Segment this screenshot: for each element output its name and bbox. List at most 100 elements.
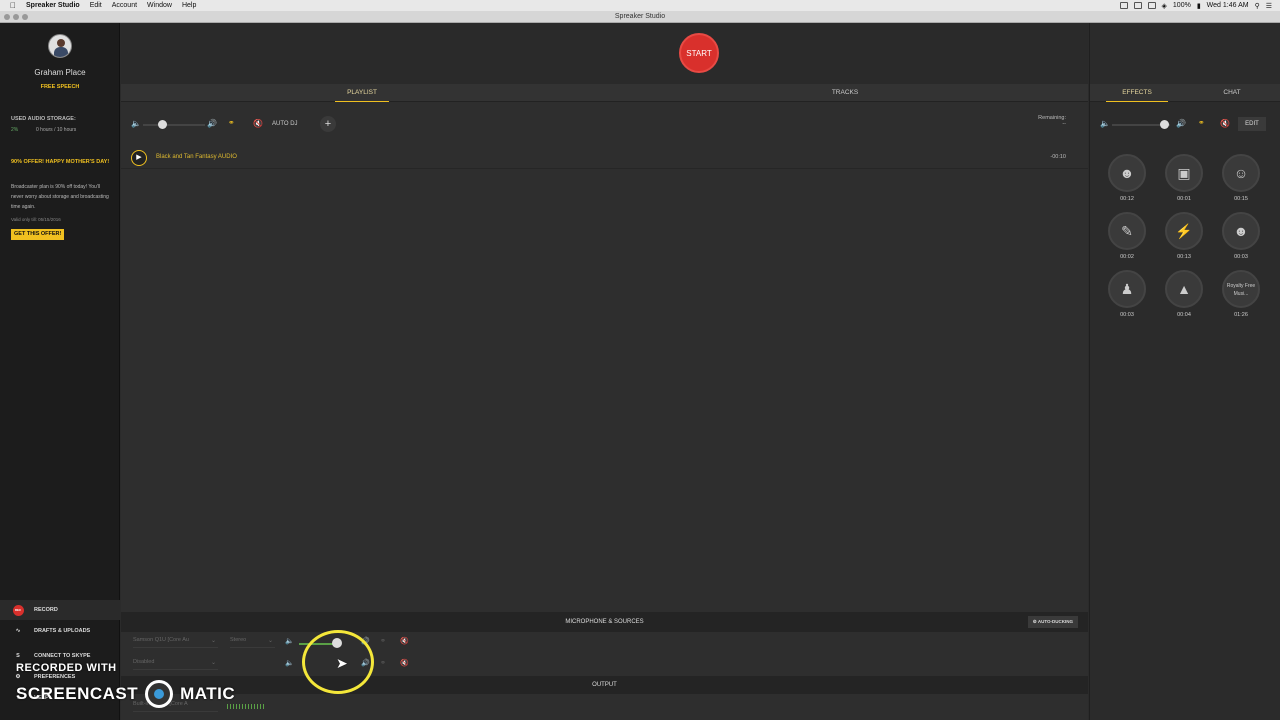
tray-icon[interactable] — [1119, 2, 1128, 9]
volume-low-icon[interactable]: 🔈 — [285, 659, 294, 667]
storage-label: USED AUDIO STORAGE: — [11, 116, 76, 122]
effect-item[interactable]: ✎ 00:02 — [1107, 212, 1147, 260]
close-window-button[interactable] — [4, 14, 10, 20]
menu-app-name[interactable]: Spreaker Studio — [26, 2, 80, 9]
battery-icon[interactable]: ▮ — [1197, 2, 1201, 10]
effect-duration: 00:13 — [1177, 254, 1191, 260]
table-row[interactable]: ▶ Black and Tan Fantasy AUDIO -00:10 — [121, 147, 1088, 169]
sidebar-item-label: DRAFTS & UPLOADS — [34, 628, 91, 634]
volume-low-icon[interactable]: 🔈 — [285, 637, 294, 645]
camera-icon: ▣ — [1165, 154, 1203, 192]
output-device-select[interactable]: Built-in Output [Core A — [133, 701, 218, 712]
mute-icon[interactable]: 🔇 — [400, 659, 409, 667]
tray-icon[interactable] — [1133, 2, 1142, 9]
effect-label: Royalty Free Musi... — [1222, 270, 1260, 308]
sources-header: MICROPHONE & SOURCES ⚙ AUTO-DUCKING — [121, 612, 1088, 632]
effect-duration: 00:12 — [1120, 196, 1134, 202]
tab-chat[interactable]: CHAT — [1204, 84, 1260, 102]
source-mode-select[interactable]: Stereo ⌄ — [230, 637, 275, 648]
tab-effects[interactable]: EFFECTS — [1106, 84, 1168, 102]
sidebar-item-label: HELP — [34, 695, 49, 701]
effect-duration: 00:15 — [1234, 196, 1248, 202]
user-name[interactable]: Graham Place — [0, 68, 120, 77]
tab-playlist[interactable]: PLAYLIST — [335, 84, 389, 102]
avatar[interactable] — [48, 34, 72, 58]
effect-duration: 00:03 — [1234, 254, 1248, 260]
wifi-icon[interactable]: ◈ — [1162, 2, 1167, 10]
main-panel: START PLAYLIST TRACKS 🔈 🔊 ⚭ 🔇 AUTO DJ + … — [121, 23, 1088, 720]
add-track-button[interactable]: + — [320, 116, 336, 132]
offer-text: Broadcaster plan is 90% off today! You'l… — [11, 184, 109, 210]
play-icon[interactable]: ▶ — [131, 150, 147, 166]
headphones-icon[interactable]: ⚭ — [380, 659, 386, 667]
plan-name: FREE SPEECH — [40, 84, 80, 90]
sidebar-item-record[interactable]: REC RECORD — [0, 600, 120, 620]
volume-low-icon[interactable]: 🔈 — [131, 119, 141, 128]
effect-item[interactable]: ☻ 00:03 — [1221, 212, 1261, 260]
effects-toolbar: 🔈 🔊 ⚭ 🔇 EDIT — [1090, 103, 1280, 147]
window-title-bar: Spreaker Studio — [0, 11, 1280, 23]
gun-icon: ✎ — [1108, 212, 1146, 250]
track-title: Black and Tan Fantasy AUDIO — [156, 154, 237, 160]
headphones-icon[interactable]: ⚭ — [380, 637, 386, 645]
effect-item[interactable]: ⚡ 00:13 — [1164, 212, 1204, 260]
volume-low-icon[interactable]: 🔈 — [1100, 119, 1110, 128]
effect-item[interactable]: ♟ 00:03 — [1107, 270, 1147, 318]
headphones-icon[interactable]: ⚭ — [228, 118, 235, 127]
effect-duration: 00:02 — [1120, 254, 1134, 260]
storage-percent: 2% — [11, 127, 19, 133]
chevron-down-icon: ⌄ — [267, 638, 273, 644]
effect-duration: 01:26 — [1234, 312, 1248, 318]
chevron-down-icon: ⌄ — [210, 660, 216, 666]
sidebar-item-skype[interactable]: S CONNECT TO SKYPE — [0, 650, 120, 662]
help-icon: ? — [16, 695, 20, 701]
remaining-time: Remaining: -- — [1038, 115, 1066, 127]
playlist-volume-slider[interactable] — [143, 124, 205, 126]
playlist-volume-knob[interactable] — [157, 120, 167, 129]
effect-item[interactable]: ☻ 00:12 — [1107, 154, 1147, 202]
mute-icon[interactable]: 🔇 — [1220, 119, 1230, 128]
offer-title: 90% OFFER! HAPPY MOTHER'S DAY! — [11, 159, 110, 165]
auto-ducking-button[interactable]: ⚙ AUTO-DUCKING — [1027, 616, 1078, 628]
faces-icon: ☺ — [1222, 154, 1260, 192]
spotlight-icon[interactable]: ⚲ — [1255, 2, 1260, 10]
zoom-window-button[interactable] — [22, 14, 28, 20]
playlist-toolbar: 🔈 🔊 ⚭ 🔇 AUTO DJ + Remaining: -- — [121, 103, 1088, 147]
auto-ducking-label: AUTO-DUCKING — [1037, 619, 1073, 624]
sidebar-item-preferences[interactable]: ⚙ PREFERENCES — [0, 671, 120, 683]
effect-item[interactable]: Royalty Free Musi... 01:26 — [1221, 270, 1261, 318]
source-device-select[interactable]: Disabled ⌄ — [133, 659, 218, 670]
notification-center-icon[interactable]: ☰ — [1266, 2, 1272, 10]
menu-window[interactable]: Window — [147, 2, 172, 9]
menu-help[interactable]: Help — [182, 2, 196, 9]
menu-edit[interactable]: Edit — [90, 2, 102, 9]
start-button[interactable]: START — [679, 33, 719, 73]
auto-dj-button[interactable]: AUTO DJ — [272, 118, 298, 130]
volume-high-icon[interactable]: 🔊 — [1176, 119, 1186, 128]
menu-clock[interactable]: Wed 1:46 AM — [1207, 2, 1249, 9]
sidebar-item-label: PREFERENCES — [34, 674, 76, 680]
mute-icon[interactable]: 🔇 — [253, 119, 263, 128]
effect-item[interactable]: ▣ 00:01 — [1164, 154, 1204, 202]
get-offer-button[interactable]: GET THIS OFFER! — [11, 229, 65, 240]
bell-icon: ▲ — [1165, 270, 1203, 308]
menu-account[interactable]: Account — [112, 2, 137, 9]
headphones-icon[interactable]: ⚭ — [1198, 118, 1205, 127]
battery-percent[interactable]: 100% — [1173, 2, 1191, 9]
sidebar-item-drafts[interactable]: ∿ DRAFTS & UPLOADS — [0, 621, 120, 641]
volume-high-icon[interactable]: 🔊 — [207, 119, 217, 128]
tab-tracks[interactable]: TRACKS — [818, 84, 872, 102]
source-device-select[interactable]: Samson Q1U [Core Au ⌄ — [133, 637, 218, 648]
lightning-icon: ⚡ — [1165, 212, 1203, 250]
minimize-window-button[interactable] — [13, 14, 19, 20]
broadcast-bar: START — [121, 23, 1088, 84]
mute-icon[interactable]: 🔇 — [400, 637, 409, 645]
effect-item[interactable]: ▲ 00:04 — [1164, 270, 1204, 318]
tray-icon[interactable] — [1147, 2, 1156, 9]
edit-effects-button[interactable]: EDIT — [1238, 117, 1266, 131]
sidebar-item-help[interactable]: ? HELP — [0, 692, 120, 704]
apple-icon[interactable]:  — [10, 1, 16, 10]
effects-volume-knob[interactable] — [1160, 120, 1170, 129]
menu-bar:  Spreaker Studio Edit Account Window He… — [0, 0, 1280, 11]
effect-item[interactable]: ☺ 00:15 — [1221, 154, 1261, 202]
